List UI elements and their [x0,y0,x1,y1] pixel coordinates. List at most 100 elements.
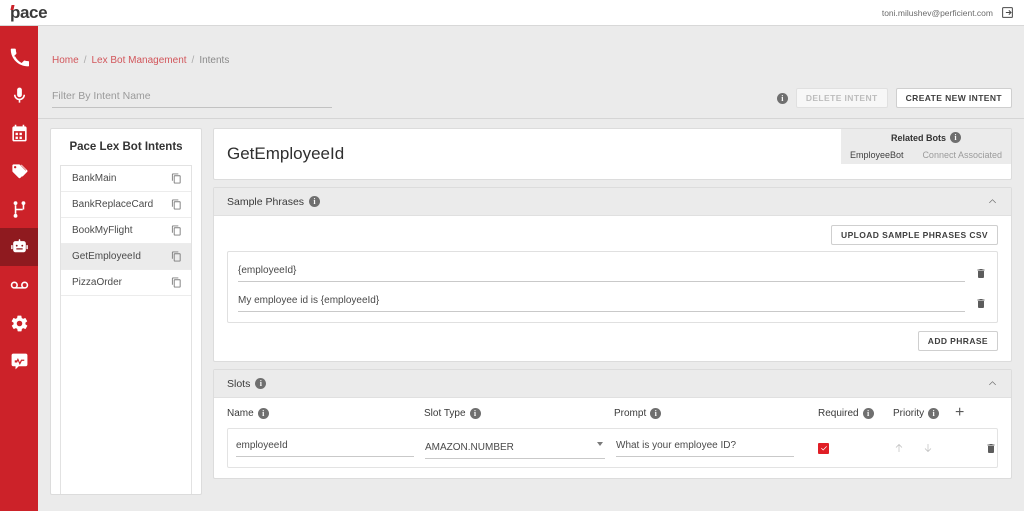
list-item[interactable]: BankMain [61,166,191,192]
intent-name: BankMain [72,173,117,184]
info-icon-prompt-column[interactable]: i [650,407,662,419]
plus-icon[interactable]: + [955,405,964,421]
page-title: GetEmployeeId [227,144,345,163]
breadcrumb-separator-2: / [191,55,195,66]
sample-phrases-header[interactable]: Sample Phrases i [214,188,1011,216]
logout-icon[interactable] [1001,6,1014,19]
add-phrase-button[interactable]: ADD PHRASE [917,331,998,351]
breadcrumb-home[interactable]: Home [52,55,79,66]
related-bots-row[interactable]: EmployeeBot Connect Associated [841,146,1011,164]
breadcrumb: Home / Lex Bot Management / Intents [52,55,229,66]
list-item[interactable]: BookMyFlight [61,218,191,244]
chevron-up-icon[interactable] [987,196,998,207]
related-bot-name: EmployeeBot [850,150,904,160]
info-icon-related-bots[interactable]: i [950,132,961,143]
arrow-up-icon[interactable] [893,442,905,454]
sidebar-item-calendar[interactable] [0,114,38,152]
slot-prompt-input[interactable] [616,439,794,457]
info-icon-slots[interactable]: i [255,378,267,389]
sample-phrases-header-left: Sample Phrases i [227,195,321,208]
sidebar-item-phone[interactable] [0,38,38,76]
trash-icon[interactable] [985,442,997,455]
sidebar-item-settings[interactable] [0,304,38,342]
logo-text: pace [10,2,48,22]
copy-icon[interactable] [171,173,182,184]
slot-type-select[interactable]: AMAZON.NUMBER [425,441,605,459]
phrase-list [227,251,998,323]
info-icon-priority-column[interactable]: i [928,407,940,419]
delete-intent-button[interactable]: DELETE INTENT [795,88,888,108]
slots-column-headers: Name i Slot Type i Prompt i Required i P… [227,398,998,428]
slots-title: Slots [227,377,251,390]
chat-pulse-icon [10,352,29,371]
column-label-prompt: Prompt [614,407,647,419]
calendar-icon [10,124,29,143]
list-item[interactable]: PizzaOrder [61,270,191,296]
sidebar-item-lex-bots[interactable] [0,228,38,266]
intent-detail-header: GetEmployeeId Related Bots i EmployeeBot… [213,128,1012,180]
slots-header-left: Slots i [227,377,267,390]
app-logo[interactable]: pace [0,2,48,22]
related-bots-header: Related Bots i [841,129,1011,146]
toolbar-actions: i DELETE INTENT CREATE NEW INTENT [776,88,1012,108]
slots-body: Name i Slot Type i Prompt i Required i P… [214,398,1011,468]
column-header-name: Name i [227,407,424,419]
top-bar: pace toni.milushev@perficient.com [0,0,1024,26]
list-item[interactable]: BankReplaceCard [61,192,191,218]
breadcrumb-current: Intents [199,55,230,66]
trash-icon[interactable] [975,297,987,310]
upload-row: UPLOAD SAMPLE PHRASES CSV [227,225,998,245]
sidebar-item-flows[interactable] [0,190,38,228]
info-icon-required-column[interactable]: i [862,407,874,419]
intent-list: BankMain BankReplaceCard BookMyFlight Ge… [60,165,192,494]
create-new-intent-button[interactable]: CREATE NEW INTENT [895,88,1012,108]
table-row: AMAZON.NUMBER [228,429,997,467]
intent-list-panel: Pace Lex Bot Intents BankMain BankReplac… [50,128,202,495]
chevron-up-icon[interactable] [987,378,998,389]
robot-icon [10,238,29,257]
gear-icon [10,314,29,333]
top-bar-right: toni.milushev@perficient.com [882,6,1024,19]
copy-icon[interactable] [171,225,182,236]
phrase-input[interactable] [238,264,965,282]
column-header-priority: Priority i [893,407,955,419]
slots-section: Slots i Name i Slot Type i Prompt i Requ… [213,369,1012,479]
filter-intent-input[interactable] [52,88,332,108]
intent-name: BankReplaceCard [72,199,154,210]
column-label-slot-type: Slot Type [424,407,466,419]
breadcrumb-lex-bot-management[interactable]: Lex Bot Management [91,55,186,66]
upload-sample-phrases-csv-button[interactable]: UPLOAD SAMPLE PHRASES CSV [831,225,998,245]
intent-name: PizzaOrder [72,277,123,288]
info-icon-toolbar[interactable]: i [776,92,788,104]
voicemail-icon [10,276,29,295]
sidebar-item-microphone[interactable] [0,76,38,114]
copy-icon[interactable] [171,277,182,288]
copy-icon[interactable] [171,199,182,210]
column-header-slot-type: Slot Type i [424,407,614,419]
info-icon-slot-type-column[interactable]: i [469,407,481,419]
sidebar-item-voicemail[interactable] [0,266,38,304]
slot-required-cell [794,442,879,454]
sidebar-item-analytics[interactable] [0,342,38,380]
slots-header[interactable]: Slots i [214,370,1011,398]
info-icon-name-column[interactable]: i [257,407,269,419]
flow-branch-icon [10,200,29,219]
arrow-down-icon[interactable] [922,442,934,454]
main-content: Home / Lex Bot Management / Intents i DE… [38,26,1024,511]
required-checkbox[interactable] [818,442,829,454]
slot-name-input[interactable] [236,439,414,457]
list-item-selected[interactable]: GetEmployeeId [61,244,191,270]
breadcrumb-separator-1: / [83,55,87,66]
trash-icon[interactable] [975,267,987,280]
sidebar-item-tags[interactable] [0,152,38,190]
info-icon-sample-phrases[interactable]: i [309,196,321,207]
sample-phrases-title: Sample Phrases [227,195,305,208]
phrase-input[interactable] [238,294,965,312]
tags-icon [10,162,29,181]
copy-icon[interactable] [171,251,182,262]
add-phrase-row: ADD PHRASE [227,331,998,351]
column-label-required: Required [818,407,859,419]
toolbar-zone: Home / Lex Bot Management / Intents i DE… [38,26,1024,119]
slot-rows: AMAZON.NUMBER [227,428,998,468]
phrase-row [238,288,987,318]
